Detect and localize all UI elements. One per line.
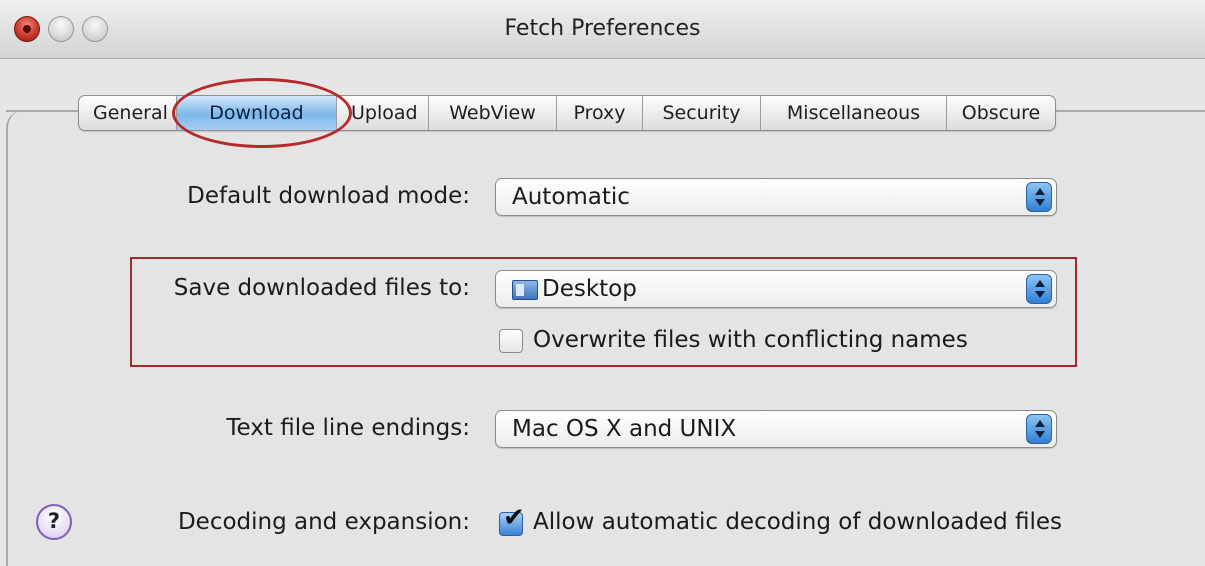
tab-upload[interactable]: Upload bbox=[337, 96, 429, 130]
decoding-checkbox-label[interactable]: Allow automatic decoding of downloaded f… bbox=[533, 509, 1062, 535]
save-to-label: Save downloaded files to: bbox=[173, 275, 470, 301]
popup-arrows-icon bbox=[1026, 274, 1052, 304]
popup-arrows-icon bbox=[1026, 414, 1052, 444]
overwrite-label[interactable]: Overwrite files with conflicting names bbox=[533, 327, 968, 353]
preferences-window: Fetch Preferences General Download Uploa… bbox=[0, 0, 1205, 566]
tab-proxy[interactable]: Proxy bbox=[557, 96, 643, 130]
tab-miscellaneous[interactable]: Miscellaneous bbox=[761, 96, 947, 130]
line-endings-popup[interactable]: Mac OS X and UNIX bbox=[495, 410, 1057, 448]
overwrite-checkbox[interactable] bbox=[499, 329, 523, 353]
tab-general[interactable]: General bbox=[79, 96, 177, 130]
save-to-popup[interactable]: Desktop bbox=[495, 270, 1057, 308]
save-to-value: Desktop bbox=[542, 276, 637, 302]
decoding-checkbox[interactable]: ✔ bbox=[499, 505, 525, 536]
title-bar[interactable]: Fetch Preferences bbox=[0, 0, 1205, 59]
checkmark-icon: ✔ bbox=[503, 503, 525, 533]
popup-arrows-icon bbox=[1026, 182, 1052, 212]
help-button[interactable]: ? bbox=[36, 504, 72, 540]
download-mode-value: Automatic bbox=[512, 184, 630, 210]
tab-security[interactable]: Security bbox=[643, 96, 761, 130]
tab-webview[interactable]: WebView bbox=[429, 96, 557, 130]
tab-obscure[interactable]: Obscure bbox=[947, 96, 1055, 130]
tab-bar: General Download Upload WebView Proxy Se… bbox=[78, 95, 1056, 131]
line-endings-label: Text file line endings: bbox=[226, 415, 470, 441]
tab-download[interactable]: Download bbox=[177, 96, 337, 130]
download-mode-popup[interactable]: Automatic bbox=[495, 178, 1057, 216]
download-mode-label: Default download mode: bbox=[187, 183, 470, 209]
desktop-folder-icon bbox=[512, 280, 538, 300]
line-endings-value: Mac OS X and UNIX bbox=[512, 416, 737, 442]
window-title: Fetch Preferences bbox=[504, 16, 701, 41]
decoding-label: Decoding and expansion: bbox=[177, 509, 470, 535]
